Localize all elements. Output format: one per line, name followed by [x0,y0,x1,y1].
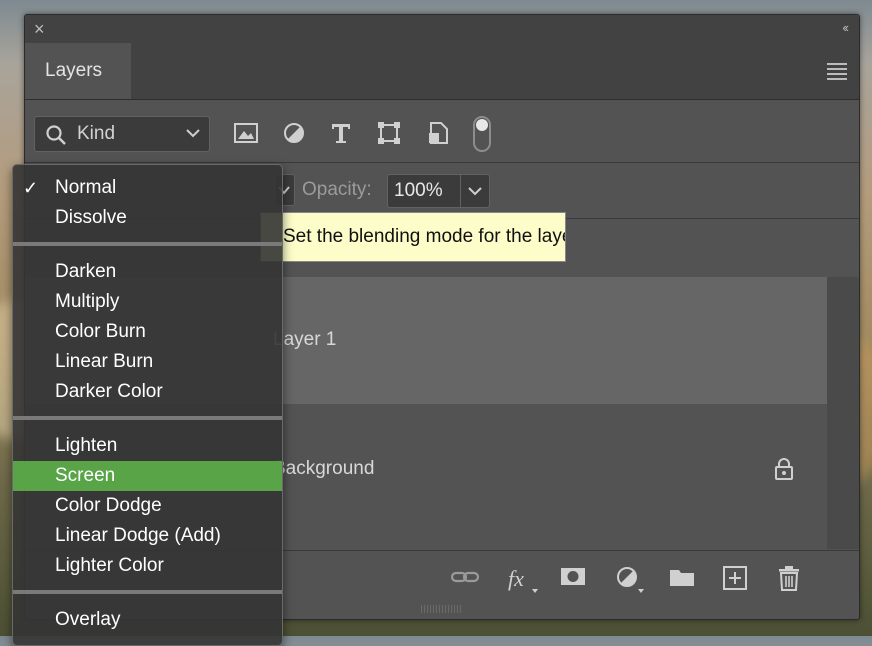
menu-item-lighter-color[interactable]: Lighter Color [13,551,282,581]
smart-object-filter-icon[interactable] [424,119,452,147]
blend-mode-menu: ✓ Normal Dissolve Darken Multiply Color … [12,164,283,646]
filter-toggle[interactable] [473,116,491,152]
link-icon[interactable] [450,565,480,589]
trash-icon[interactable] [777,565,801,591]
menu-item-darken[interactable]: Darken [13,257,282,287]
shape-filter-icon[interactable] [375,119,403,147]
kind-filter-label: Kind [77,123,116,144]
checkmark-icon: ✓ [23,178,39,198]
menu-item-color-dodge[interactable]: Color Dodge [13,491,282,521]
adjustment-filter-icon[interactable] [280,119,308,147]
menu-item-label: Darker Color [55,381,163,402]
menu-item-linear-dodge[interactable]: Linear Dodge (Add) [13,521,282,551]
opacity-input[interactable]: 100% [387,174,461,208]
menu-item-label: Color Dodge [55,495,162,516]
menu-item-screen[interactable]: Screen [13,461,282,491]
menu-item-overlay[interactable]: Overlay [13,605,282,635]
menu-item-multiply[interactable]: Multiply [13,287,282,317]
collapse-icon[interactable]: ‹‹ [842,20,849,35]
menu-item-label: Lighter Color [55,555,164,576]
filter-bar: Kind [25,100,859,163]
menu-item-label: Darken [55,261,117,282]
folder-icon[interactable] [668,565,696,589]
menu-item-label: Lighten [55,435,118,456]
adjustment-icon[interactable] [614,565,648,595]
menu-item-label: Linear Dodge (Add) [55,525,221,546]
menu-separator [13,416,282,420]
opacity-dropdown[interactable] [460,174,490,208]
lock-icon[interactable] [773,457,795,481]
chevron-down-icon [186,129,200,138]
layers-scrollbar[interactable] [827,277,859,549]
kind-filter-dropdown[interactable]: Kind [34,116,210,152]
menu-item-label: Multiply [55,291,120,312]
opacity-label: Opacity: [302,179,372,200]
chevron-down-icon [468,187,482,196]
menu-item-label: Normal [55,177,117,198]
menu-item-label: Linear Burn [55,351,154,372]
search-icon [46,125,66,145]
type-filter-icon[interactable] [327,119,355,147]
blend-mode-tooltip: Set the blending mode for the layer [260,212,566,262]
menu-item-label: Overlay [55,609,121,630]
tab-layers[interactable]: Layers [25,43,131,99]
new-layer-icon[interactable] [722,565,748,591]
menu-item-lighten[interactable]: Lighten [13,431,282,461]
menu-item-dissolve[interactable]: Dissolve [13,203,282,233]
menu-item-label: Color Burn [55,321,146,342]
menu-separator [13,242,282,246]
tab-bar: Layers [25,43,859,100]
panel-title-bar: × ‹‹ [25,15,859,43]
mask-icon[interactable] [560,565,586,589]
menu-item-darker-color[interactable]: Darker Color [13,377,282,407]
menu-item-linear-burn[interactable]: Linear Burn [13,347,282,377]
menu-item-color-burn[interactable]: Color Burn [13,317,282,347]
layer-name: Background [273,458,375,479]
resize-grip[interactable] [421,605,463,613]
svg-text:fx: fx [508,566,524,591]
menu-item-normal[interactable]: ✓ Normal [13,173,282,203]
menu-item-label: Screen [55,465,116,486]
close-icon[interactable]: × [34,20,45,38]
fx-icon[interactable]: fx [506,565,540,595]
menu-separator [13,590,282,594]
panel-menu-icon[interactable] [827,63,847,83]
image-filter-icon[interactable] [232,119,260,147]
menu-item-label: Dissolve [55,207,127,228]
